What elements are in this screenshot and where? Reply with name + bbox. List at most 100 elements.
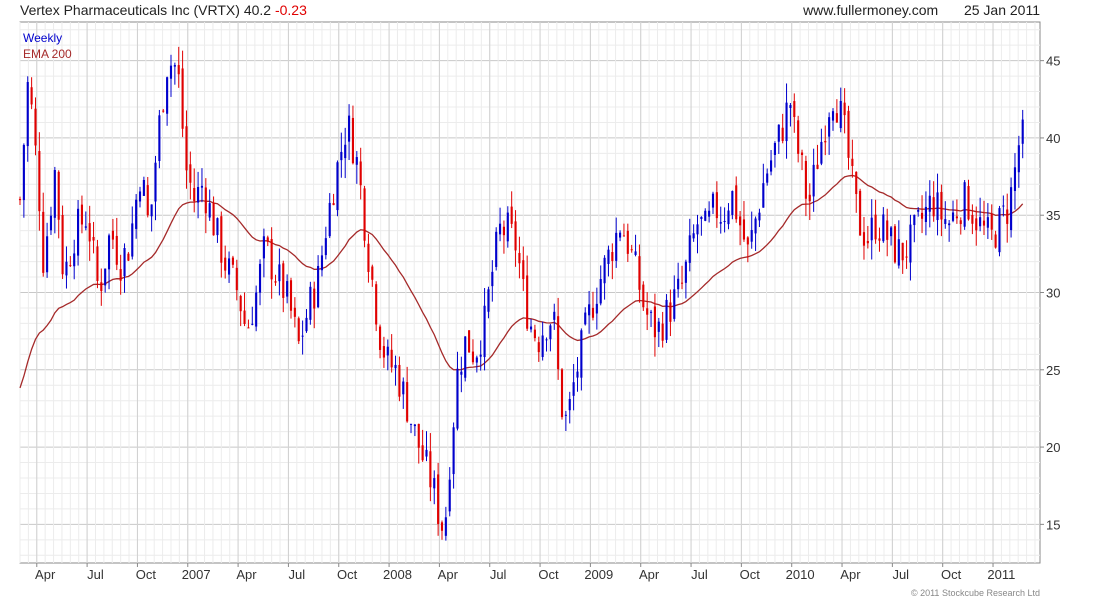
candle-body <box>781 127 784 141</box>
x-tick-label: Jul <box>691 567 708 582</box>
candle-body <box>835 113 838 123</box>
candle-body <box>847 110 850 158</box>
x-tick-label: 2007 <box>182 567 211 582</box>
candle-body <box>522 260 525 280</box>
candle-body <box>928 195 931 212</box>
candle-body <box>460 371 463 375</box>
candle-body <box>584 312 587 325</box>
candle-body <box>638 256 641 290</box>
candle-body <box>162 110 165 112</box>
candle-body <box>42 211 45 273</box>
candle-body <box>38 151 41 212</box>
x-tick-label: Oct <box>337 567 358 582</box>
candle-body <box>22 144 25 201</box>
candle-body <box>549 325 552 340</box>
candle-body <box>719 222 722 224</box>
candle-body <box>34 108 37 146</box>
candle-body <box>595 303 598 314</box>
candle-body <box>107 235 111 270</box>
candle-body <box>456 368 459 429</box>
candle-body <box>227 258 231 275</box>
candle-body <box>920 212 924 219</box>
candle-body <box>239 295 242 312</box>
candle-body <box>959 220 962 225</box>
candle-body <box>289 280 293 311</box>
candle-body <box>169 65 173 79</box>
candle-body <box>305 317 308 332</box>
candle-body <box>220 216 223 263</box>
candle-body <box>762 183 765 208</box>
candle-body <box>897 239 900 266</box>
candle-body <box>185 126 188 171</box>
candle-body <box>545 339 548 341</box>
candle-body <box>901 242 904 261</box>
candle-body <box>940 191 943 220</box>
candle-body <box>742 219 746 240</box>
candle-body <box>913 214 916 226</box>
candle-body <box>49 215 53 231</box>
candle-body <box>88 223 91 242</box>
candle-body <box>986 217 989 228</box>
candle-body <box>348 115 351 142</box>
candle-body <box>317 265 320 308</box>
x-tick-label: Oct <box>740 567 761 582</box>
candle-body <box>890 227 893 237</box>
candle-body <box>692 233 695 239</box>
candle-body <box>917 209 920 212</box>
candle-body <box>576 371 579 378</box>
candle-body <box>351 117 355 164</box>
candle-body <box>951 212 955 221</box>
x-tick-label: 2011 <box>987 567 1015 582</box>
candle-body <box>649 311 653 313</box>
candle-body <box>529 326 533 330</box>
candle-body <box>967 186 970 220</box>
candle-body <box>448 479 451 512</box>
candle-body <box>1013 167 1017 191</box>
candle-body <box>409 423 413 425</box>
candle-body <box>282 263 285 298</box>
candle-body <box>61 214 64 275</box>
candle-body <box>332 203 335 206</box>
candle-body <box>646 308 649 315</box>
candle-body <box>274 281 277 283</box>
candle-body <box>313 288 316 309</box>
candle-body <box>355 157 358 165</box>
candle-body <box>1021 119 1024 144</box>
candle-body <box>336 162 339 211</box>
candle-body <box>1006 209 1009 224</box>
candle-body <box>979 217 982 227</box>
y-tick-label: 15 <box>1046 517 1060 532</box>
candle-body <box>588 304 591 316</box>
candle-body <box>572 382 575 396</box>
candle-body <box>526 275 529 329</box>
candle-body <box>739 216 742 226</box>
candle-body <box>557 316 560 370</box>
candle-body <box>394 364 397 369</box>
candle-body <box>615 232 618 261</box>
y-tick-label: 40 <box>1046 131 1060 146</box>
x-tick-label: Apr <box>639 567 660 582</box>
candle-body <box>18 199 22 201</box>
candle-body <box>688 235 691 263</box>
candle-body <box>367 243 370 272</box>
candle-body <box>843 102 846 116</box>
candle-body <box>514 221 517 251</box>
candle-body <box>262 236 265 259</box>
candle-body <box>1017 145 1020 173</box>
candle-body <box>212 202 215 236</box>
candle-body <box>57 171 60 220</box>
candle-body <box>216 218 219 236</box>
candle-body <box>998 208 1001 253</box>
candle-body <box>785 102 788 142</box>
candle-body <box>483 305 486 358</box>
candle-body <box>375 284 378 325</box>
y-tick-label: 25 <box>1046 363 1060 378</box>
candle-body <box>715 192 718 219</box>
candle-body <box>909 224 912 263</box>
candle-body <box>177 65 180 75</box>
candle-body <box>200 185 204 188</box>
candle-body <box>421 445 424 461</box>
x-tick-label: Oct <box>136 567 157 582</box>
candle-body <box>135 199 138 229</box>
candle-body <box>886 220 889 240</box>
